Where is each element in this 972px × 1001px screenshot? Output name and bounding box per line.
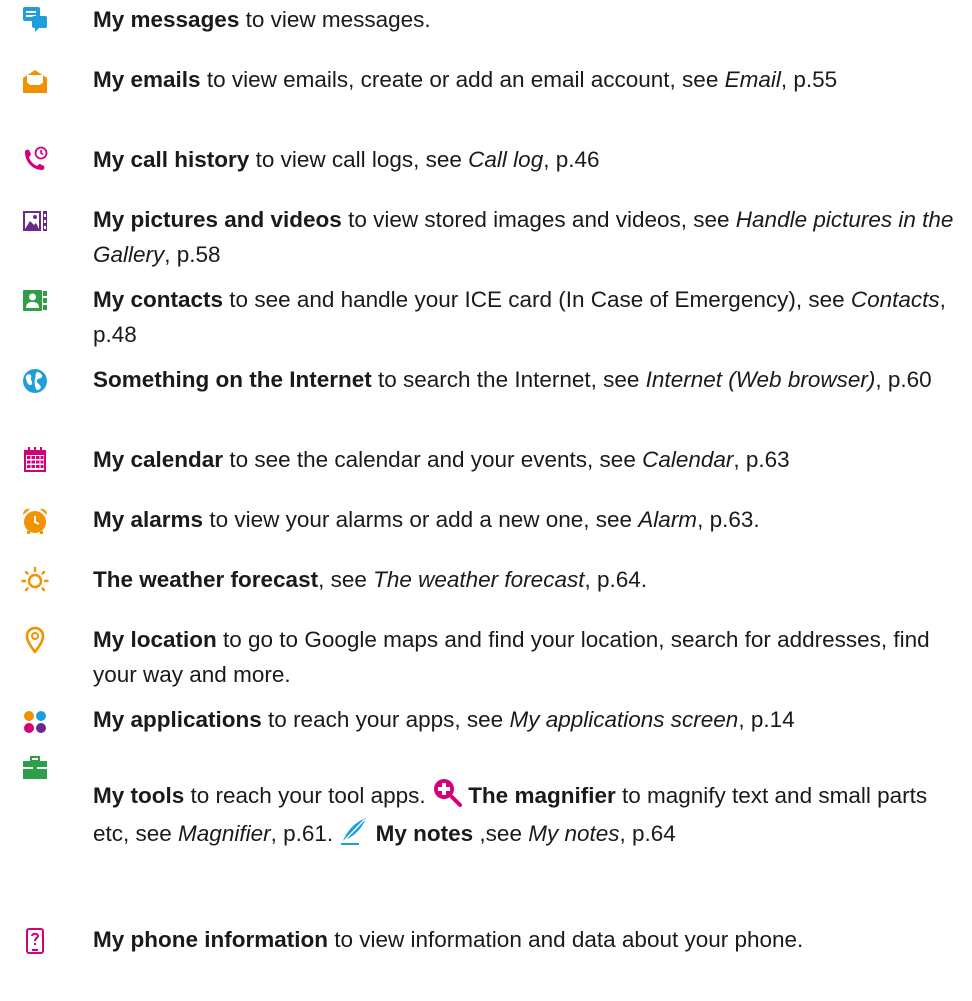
entry-description: to view emails, create or add an email a…: [200, 67, 725, 92]
entry-title: My alarms: [93, 507, 204, 532]
entry-text: My pictures and videos to view stored im…: [93, 202, 963, 272]
entry-description: to view messages.: [239, 7, 431, 32]
messages-icon: [22, 5, 48, 33]
page-reference: Internet (Web browser): [645, 367, 876, 392]
page-number: , p.55: [780, 67, 838, 92]
email-icon: [22, 67, 48, 95]
entry-text: My emails to view emails, create or add …: [93, 62, 963, 97]
entry-text: My applications to reach your apps, see …: [93, 702, 963, 737]
entry-description: to go to Google maps and find your locat…: [93, 627, 930, 687]
call-history-icon: [22, 146, 48, 174]
alarm-icon: [22, 507, 48, 535]
applications-icon: [22, 708, 48, 736]
entry-description: to see the calendar and your events, see: [223, 447, 643, 472]
entry-description: to see and handle your ICE card (In Case…: [223, 287, 851, 312]
entry-text: My contacts to see and handle your ICE c…: [93, 282, 963, 352]
entry-title: My location: [93, 627, 217, 652]
entry-title: My phone information: [93, 927, 328, 952]
page-number: , p.60: [875, 367, 932, 392]
page-number: , p.58: [164, 242, 221, 267]
entry-title: My applications: [93, 707, 262, 732]
contacts-icon: [22, 287, 48, 315]
toolbox-icon: [22, 755, 48, 783]
entry-description: , see: [318, 567, 374, 592]
entry-title: My pictures and videos: [93, 207, 342, 232]
entry-text: My call history to view call logs, see C…: [93, 142, 963, 177]
page-reference: Magnifier: [178, 821, 271, 846]
notes-description: ,see: [473, 821, 529, 846]
sun-icon: [21, 566, 49, 594]
magnifier-icon: [432, 777, 462, 807]
page-reference: Call log: [468, 147, 544, 172]
entry-text: My messages to view messages.: [93, 2, 963, 37]
page-reference: My notes: [528, 821, 620, 846]
notes-pen-icon: [339, 815, 369, 845]
entry-title: My messages: [93, 7, 240, 32]
page-number: , p.61.: [270, 821, 340, 846]
entry-description: to view call logs, see: [249, 147, 469, 172]
globe-icon: [22, 367, 48, 395]
entry-title: My emails: [93, 67, 201, 92]
gallery-icon: [22, 207, 48, 235]
location-pin-icon: [22, 626, 48, 654]
page-number: , p.46: [543, 147, 600, 172]
entry-text: Something on the Internet to search the …: [93, 362, 963, 397]
entry-text: The weather forecast, see The weather fo…: [93, 562, 963, 597]
page-number: , p.63: [733, 447, 790, 472]
page-number: , p.14: [738, 707, 795, 732]
entry-text: My alarms to view your alarms or add a n…: [93, 502, 963, 537]
entry-text: My calendar to see the calendar and your…: [93, 442, 963, 477]
magnifier-title: The magnifier: [468, 783, 616, 808]
page-number: , p.63.: [697, 507, 760, 532]
entry-description: to view your alarms or add a new one, se…: [203, 507, 639, 532]
phone-info-icon: [22, 927, 48, 955]
entry-description: to search the Internet, see: [371, 367, 646, 392]
entry-title: My calendar: [93, 447, 224, 472]
entry-title: Something on the Internet: [93, 367, 372, 392]
entry-title: My contacts: [93, 287, 224, 312]
entry-text: My phone information to view information…: [93, 922, 963, 957]
entry-description: to view stored images and videos, see: [341, 207, 736, 232]
page-reference: Contacts: [850, 287, 940, 312]
calendar-icon: [22, 446, 48, 474]
page-reference: Email: [724, 67, 781, 92]
page-reference: My applications screen: [509, 707, 739, 732]
entry-text: My location to go to Google maps and fin…: [93, 622, 963, 692]
page-reference: The weather forecast: [373, 567, 585, 592]
entry-text: My tools to reach your tool apps. The ma…: [93, 777, 963, 853]
entry-description: to reach your apps, see: [261, 707, 510, 732]
page-number: , p.64.: [584, 567, 648, 592]
notes-title: My notes: [375, 821, 474, 846]
page-reference: Calendar: [642, 447, 734, 472]
entry-title: My tools: [93, 783, 185, 808]
entry-description: to view information and data about your …: [328, 927, 804, 952]
page-reference: Alarm: [638, 507, 698, 532]
entry-description: to reach your tool apps.: [184, 783, 432, 808]
page-number: , p.64: [619, 821, 676, 846]
entry-title: The weather forecast: [93, 567, 319, 592]
entry-title: My call history: [93, 147, 250, 172]
